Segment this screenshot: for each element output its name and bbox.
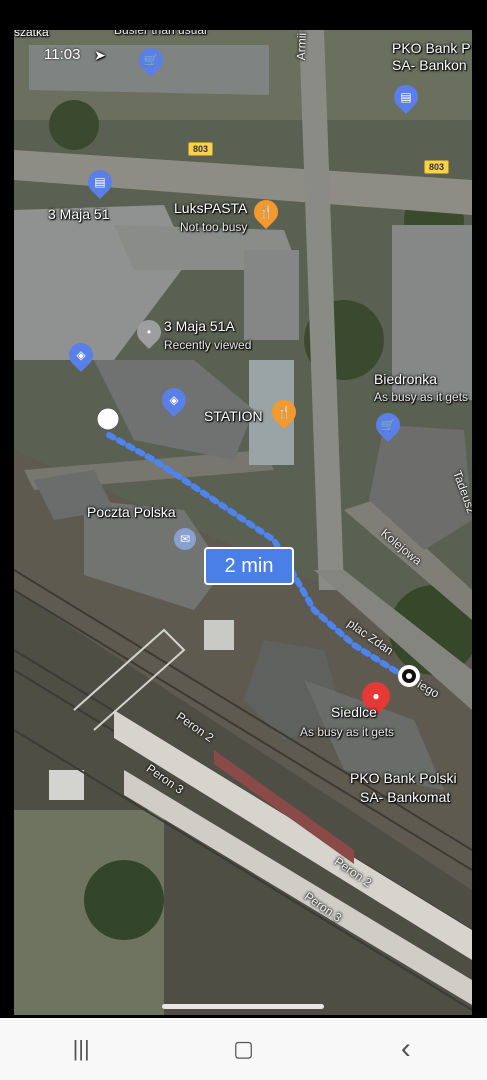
mail-icon[interactable]: ✉ <box>174 528 196 550</box>
bottom-sheet-handle[interactable] <box>162 1004 324 1009</box>
recent-apps-button[interactable]: ||| <box>51 1029 111 1069</box>
place-label[interactable]: 3 Maja 51A <box>164 318 235 334</box>
road-shield: 803 <box>424 160 450 174</box>
restaurant-pin-icon[interactable]: 🍴 <box>249 195 283 229</box>
place-label[interactable]: Poczta Polska <box>87 504 176 520</box>
home-button[interactable]: ▢ <box>213 1029 273 1069</box>
restaurant-pin-icon[interactable]: 🍴 <box>267 395 301 429</box>
route-duration-badge[interactable]: 2 min <box>204 547 294 585</box>
system-navigation-bar: ||| ▢ ‹ <box>0 1018 487 1080</box>
home-icon: ▢ <box>233 1036 254 1061</box>
back-button[interactable]: ‹ <box>376 1029 436 1069</box>
status-time: 11:03 <box>44 46 81 63</box>
place-label[interactable]: Siedlce <box>331 704 377 720</box>
place-sublabel: As busy as it gets <box>374 390 469 404</box>
place-label[interactable]: PKO Bank Polski <box>350 770 457 786</box>
bank-pin-icon[interactable]: ▤ <box>83 165 117 199</box>
top-left-partial-label: szatka <box>14 30 49 39</box>
recent-apps-icon: ||| <box>72 1036 90 1061</box>
shopping-bag-pin-icon[interactable]: ◈ <box>64 338 98 372</box>
location-pin-icon[interactable]: • <box>132 315 166 349</box>
place-sublabel: As busy as it gets <box>300 725 395 739</box>
place-label-line2: SA- Bankomat <box>360 789 451 805</box>
location-arrow-icon: ➤ <box>94 47 106 63</box>
top-partial-label: Busier than usual <box>114 30 207 37</box>
place-label[interactable]: LuksPASTA <box>174 200 247 216</box>
road-shield: 803 <box>188 142 214 156</box>
shopping-cart-pin-icon[interactable]: 🛒 <box>134 43 168 77</box>
bank-pin-icon[interactable]: ▤ <box>389 80 423 114</box>
place-label-line2: SA- Bankon <box>392 57 467 73</box>
street-label: Armii Kra <box>294 30 310 61</box>
map-view[interactable]: szatka Busier than usual 11:03 ➤ 803 803… <box>14 30 472 1015</box>
place-sublabel: Not too busy <box>180 220 248 234</box>
place-label[interactable]: PKO Bank P <box>392 40 471 56</box>
place-label[interactable]: Biedronka <box>374 371 437 387</box>
satellite-base <box>14 30 472 1015</box>
place-sublabel: Recently viewed <box>164 338 252 352</box>
shopping-bag-pin-icon[interactable]: ◈ <box>157 383 191 417</box>
place-label[interactable]: 3 Maja 51 <box>48 206 109 222</box>
shopping-cart-pin-icon[interactable]: 🛒 <box>371 408 405 442</box>
back-icon: ‹ <box>400 1032 411 1065</box>
place-label[interactable]: STATION <box>204 408 263 424</box>
